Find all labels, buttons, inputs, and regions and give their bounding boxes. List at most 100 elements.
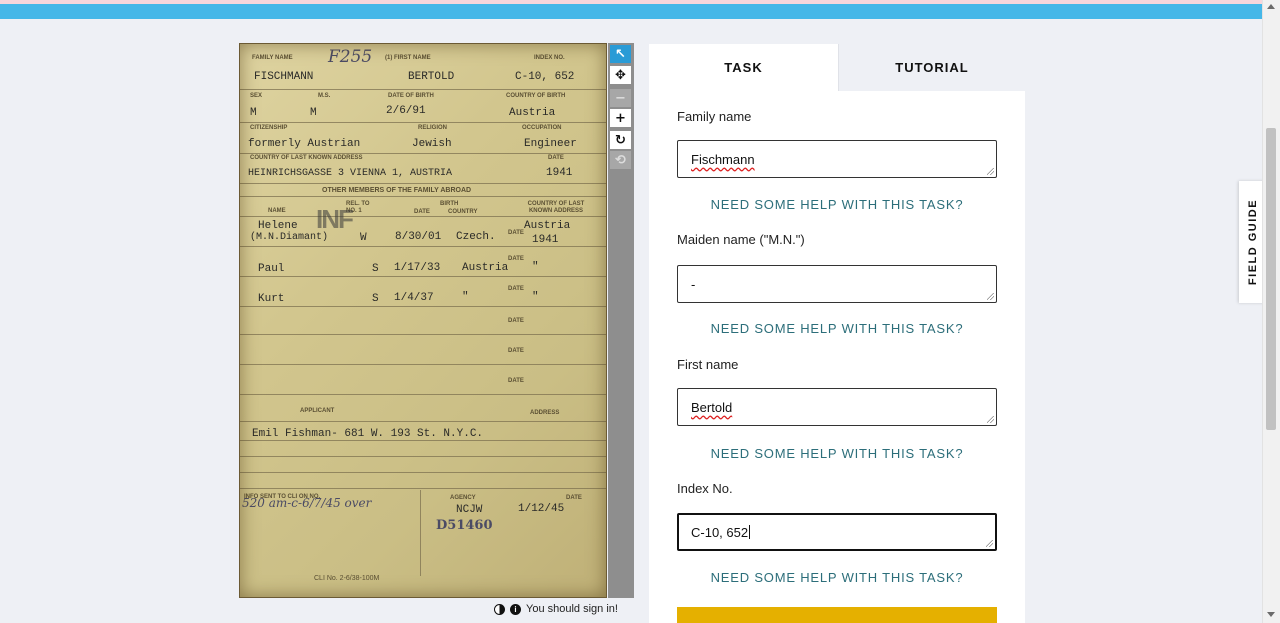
label-date-m3: DATE xyxy=(508,286,524,292)
card-rule xyxy=(240,364,606,365)
value-member1-date: 8/30/01 xyxy=(395,231,442,243)
label-birth: BIRTH xyxy=(440,201,459,207)
value-agency-date: 1/12/45 xyxy=(518,503,565,515)
card-rule xyxy=(240,122,606,123)
value-agency: NCJW xyxy=(456,504,483,516)
task-panel: TASK TUTORIAL Family name Fischmann NEED… xyxy=(649,44,1025,623)
scroll-down-arrow-icon[interactable] xyxy=(1267,612,1275,617)
done-button[interactable] xyxy=(677,607,997,623)
zoom-out-icon[interactable]: − xyxy=(610,89,631,107)
card-rule xyxy=(240,153,606,154)
card-rule xyxy=(240,196,606,197)
rotate-icon[interactable]: ↻ xyxy=(610,131,631,149)
tab-task[interactable]: TASK xyxy=(649,44,838,91)
label-other-members: OTHER MEMBERS OF THE FAMILY ABROAD xyxy=(322,187,472,194)
card-footer-text: CLI No. 2-6/38-100M xyxy=(314,575,380,582)
zoom-in-icon[interactable]: + xyxy=(610,109,631,127)
maiden-name-input[interactable]: - xyxy=(677,265,997,303)
card-rule xyxy=(240,488,606,489)
handwritten-code: F255 xyxy=(328,47,373,67)
label-applicant: APPLICANT xyxy=(300,408,335,414)
page-scrollbar[interactable] xyxy=(1262,0,1280,623)
card-rule xyxy=(240,334,606,335)
card-rule xyxy=(240,440,606,441)
text-cursor xyxy=(749,525,751,539)
family-name-value: Fischmann xyxy=(691,151,755,167)
card-rule xyxy=(240,421,606,422)
tab-tutorial[interactable]: TUTORIAL xyxy=(838,44,1025,91)
first-name-value: Bertold xyxy=(691,399,733,415)
scroll-up-arrow-icon[interactable] xyxy=(1267,4,1275,9)
label-ms: M.S. xyxy=(318,93,331,99)
reset-view-icon[interactable]: ⟲ xyxy=(610,151,631,169)
sign-in-text[interactable]: You should sign in! xyxy=(526,603,618,615)
card-rule xyxy=(240,216,606,217)
resize-grip-icon[interactable] xyxy=(986,540,993,547)
card-rule xyxy=(240,183,606,184)
value-dob: 2/6/91 xyxy=(386,105,426,117)
label-birth-country: COUNTRY xyxy=(448,209,478,215)
card-divider xyxy=(420,490,421,576)
viewer-toolbar: ↖ ✥ − + ↻ ⟲ xyxy=(608,43,634,598)
label-index-no: INDEX NO. xyxy=(534,55,565,61)
label-date-6: DATE xyxy=(508,348,524,354)
value-occupation: Engineer xyxy=(524,138,577,150)
value-last-address: HEINRICHSGASSE 3 VIENNA 1, AUSTRIA xyxy=(248,168,453,179)
move-tool-icon[interactable]: ✥ xyxy=(610,66,631,84)
label-date-7: DATE xyxy=(508,378,524,384)
first-name-input[interactable]: Bertold xyxy=(677,388,997,426)
card-rule xyxy=(240,246,606,247)
help-link-maiden-name[interactable]: NEED SOME HELP WITH THIS TASK? xyxy=(677,321,997,336)
value-first-name: BERTOLD xyxy=(408,71,455,83)
label-family-name: FAMILY NAME xyxy=(252,55,293,61)
value-last-date: 1941 xyxy=(546,167,573,179)
label-country-last-address: COUNTRY OF LAST KNOWN ADDRESS xyxy=(250,155,363,161)
maiden-name-value: - xyxy=(691,276,696,292)
value-member1-last: Austria xyxy=(524,220,571,232)
label-birth-date: DATE xyxy=(414,209,430,215)
value-member3-name: Kurt xyxy=(258,293,285,305)
value-member2-ditto: " xyxy=(532,261,539,273)
label-date-m2: DATE xyxy=(508,256,524,262)
value-member2-rel: S xyxy=(372,263,379,275)
card-rule xyxy=(240,306,606,307)
help-link-index-no[interactable]: NEED SOME HELP WITH THIS TASK? xyxy=(677,570,997,585)
scroll-thumb[interactable] xyxy=(1266,128,1276,430)
info-icon[interactable]: i xyxy=(510,603,521,615)
help-link-first-name[interactable]: NEED SOME HELP WITH THIS TASK? xyxy=(677,446,997,461)
index-no-input[interactable]: C-10, 652 xyxy=(677,513,997,551)
subject-image-index-card[interactable]: FAMILY NAME F255 (1) FIRST NAME INDEX NO… xyxy=(239,43,607,598)
maiden-name-label: Maiden name ("M.N.") xyxy=(677,232,805,247)
resize-grip-icon[interactable] xyxy=(987,293,994,300)
label-date-m1: DATE xyxy=(508,230,524,236)
value-ms: M xyxy=(310,107,317,119)
label-name: NAME xyxy=(268,208,286,214)
resize-grip-icon[interactable] xyxy=(987,168,994,175)
pointer-tool-icon[interactable]: ↖ xyxy=(610,45,631,63)
value-member2-date: 1/17/33 xyxy=(394,262,441,274)
card-rule xyxy=(240,394,606,395)
value-member3-last: " xyxy=(532,291,539,303)
label-agency-date: DATE xyxy=(566,495,582,501)
inf-stamp: INF xyxy=(316,204,354,234)
value-family-name: FISCHMANN xyxy=(254,71,314,83)
invert-colors-icon[interactable] xyxy=(494,603,505,615)
value-member2-name: Paul xyxy=(258,263,285,275)
label-dob: DATE OF BIRTH xyxy=(388,93,434,99)
family-name-label: Family name xyxy=(677,109,752,124)
value-member3-rel: S xyxy=(372,293,379,305)
label-occupation: OCCUPATION xyxy=(522,125,562,131)
value-country-of-birth: Austria xyxy=(509,107,556,119)
label-date: DATE xyxy=(548,155,564,161)
value-member1-country: Czech. xyxy=(456,231,496,243)
value-index-no: C-10, 652 xyxy=(515,71,575,83)
sign-in-notice: i You should sign in! xyxy=(494,601,618,617)
help-link-family-name[interactable]: NEED SOME HELP WITH THIS TASK? xyxy=(677,197,997,212)
resize-grip-icon[interactable] xyxy=(987,416,994,423)
index-no-value: C-10, 652 xyxy=(691,524,749,540)
label-agency: AGENCY xyxy=(450,495,476,501)
value-cli-hand: 520 am-c-6/7/45 over xyxy=(242,496,372,510)
card-rule xyxy=(240,456,606,457)
card-rule xyxy=(240,276,606,277)
family-name-input[interactable]: Fischmann xyxy=(677,140,997,178)
